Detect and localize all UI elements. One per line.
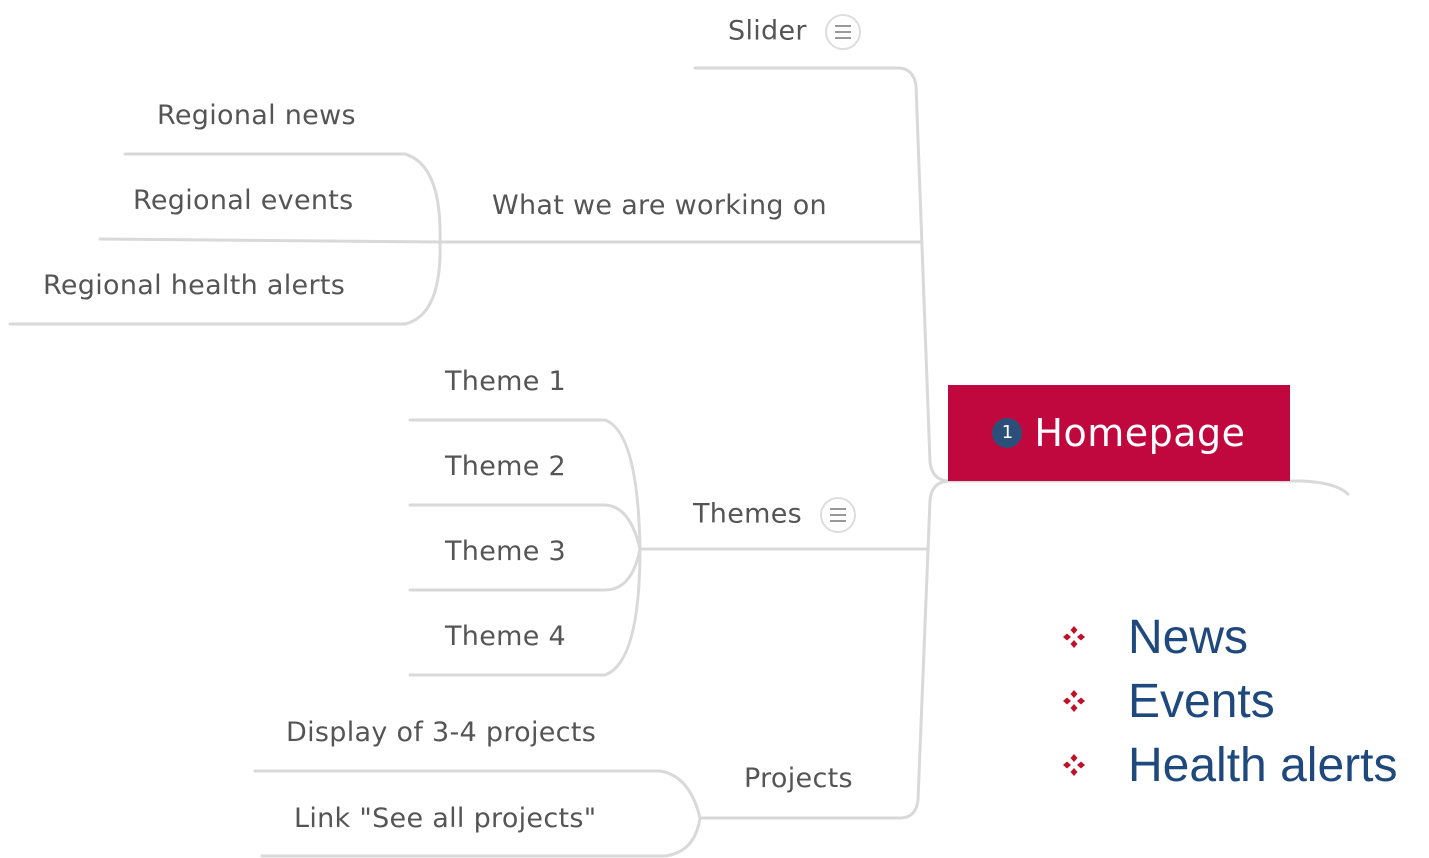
- node-link-see-all-projects[interactable]: Link "See all projects": [294, 802, 596, 836]
- node-theme-1[interactable]: Theme 1: [445, 365, 566, 399]
- notes-icon[interactable]: [819, 496, 857, 534]
- bullet-text-news: News: [1128, 610, 1249, 664]
- line-slider: [693, 66, 950, 483]
- node-themes[interactable]: Themes: [693, 496, 857, 534]
- diamond-bullet-icon: [1063, 626, 1085, 648]
- bullet-text-health-alerts: Health alerts: [1128, 738, 1398, 792]
- priority-badge: 1: [992, 418, 1023, 448]
- node-theme-4[interactable]: Theme 4: [445, 620, 566, 654]
- line-theme-1: [408, 418, 642, 551]
- bullet-text-events: Events: [1128, 674, 1275, 728]
- diamond-bullet-icon: [1063, 754, 1085, 776]
- root-topic-homepage[interactable]: 1 Homepage: [948, 385, 1290, 481]
- line-regional-events: [98, 237, 442, 244]
- node-regional-events[interactable]: Regional events: [133, 184, 354, 218]
- node-what-we-are-working-on[interactable]: What we are working on: [492, 189, 827, 223]
- node-slider[interactable]: Slider: [728, 13, 862, 51]
- node-regional-news[interactable]: Regional news: [157, 99, 356, 133]
- line-root-tail: [946, 479, 1350, 496]
- bullet-item: Health alerts: [1060, 733, 1397, 797]
- bullet-list: News Events Health alerts: [1060, 605, 1397, 797]
- node-slider-label: Slider: [728, 15, 807, 47]
- node-projects-label: Projects: [744, 763, 853, 794]
- node-theme-3[interactable]: Theme 3: [445, 535, 566, 569]
- node-themes-label: Themes: [693, 498, 802, 530]
- node-regional-health-alerts[interactable]: Regional health alerts: [43, 269, 345, 303]
- bullet-item: News: [1060, 605, 1397, 669]
- node-theme-2[interactable]: Theme 2: [445, 450, 566, 484]
- notes-icon[interactable]: [824, 13, 862, 51]
- root-topic-label: Homepage: [1034, 411, 1246, 455]
- node-display-projects[interactable]: Display of 3-4 projects: [286, 716, 596, 750]
- node-working-on-label: What we are working on: [492, 190, 827, 221]
- diamond-bullet-icon: [1063, 690, 1085, 712]
- node-projects[interactable]: Projects: [744, 762, 853, 796]
- bullet-item: Events: [1060, 669, 1397, 733]
